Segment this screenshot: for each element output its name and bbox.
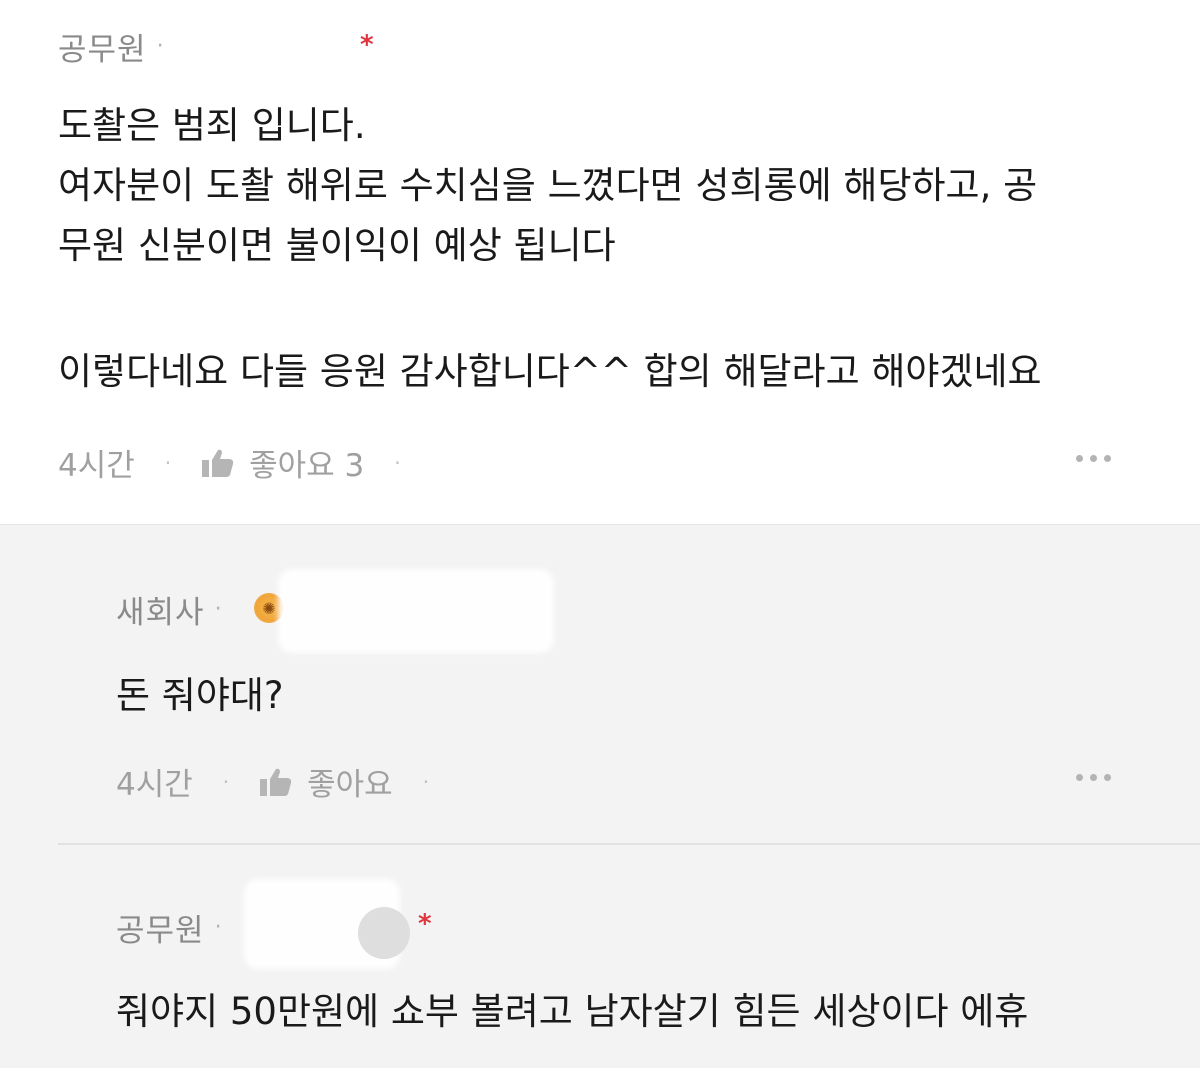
reply-time: 4시간: [116, 767, 193, 803]
comment-body: 도촬은 범죄 입니다. 여자분이 도촬 해위로 수치심을 느꼈다면 성희롱에 해…: [58, 96, 1158, 402]
comment-line: 이렇다네요 다들 응원 감사합니다^^ 합의 해달라고 해야겠네요: [58, 350, 1042, 393]
thumbs-up-icon: [260, 768, 292, 796]
reply-text: 돈 줘야대?: [116, 674, 284, 717]
replies-section: 새회사 · ✺ 돈 줘야대? 4시간 · 좋아요 · 공무원 · * 줘야지 5…: [0, 524, 1200, 1068]
like-button[interactable]: 좋아요: [259, 759, 393, 804]
footer-separator: ·: [222, 769, 230, 794]
comment-thread: 공무원 · * 도촬은 범죄 입니다. 여자분이 도촬 해위로 수치심을 느꼈다…: [0, 0, 1200, 1068]
reply-footer: 4시간 · 좋아요 ·: [116, 759, 459, 804]
comment-author[interactable]: 공무원: [58, 24, 147, 69]
meta-separator: ·: [214, 915, 222, 940]
thumbs-up-icon: [202, 449, 234, 477]
footer-separator: ·: [164, 450, 172, 475]
avatar: [358, 907, 410, 959]
comment-line: 여자분이 도촬 해위로 수치심을 느꼈다면 성희롱에 해당하고, 공: [58, 164, 1038, 207]
like-label: 좋아요: [307, 767, 393, 803]
new-star-icon: *: [360, 30, 374, 60]
meta-separator: ·: [156, 34, 164, 59]
comment-time: 4시간: [58, 448, 135, 484]
new-star-icon: *: [418, 909, 432, 939]
footer-separator: ·: [422, 769, 430, 794]
comment-line: 무원 신분이면 불이익이 예상 됩니다: [58, 224, 616, 267]
comment-footer: 4시간 · 좋아요 3 ·: [58, 440, 431, 485]
reply-author[interactable]: 새회사: [116, 587, 205, 632]
reply-meta: 새회사 ·: [116, 587, 232, 632]
reply-author[interactable]: 공무원: [116, 905, 205, 950]
comment-meta: 공무원 ·: [58, 24, 174, 69]
reply-meta: 공무원 ·: [116, 905, 232, 950]
redacted-info: [278, 569, 554, 653]
more-options-icon[interactable]: [1076, 774, 1111, 781]
more-options-icon[interactable]: [1076, 455, 1111, 462]
meta-separator: ·: [214, 597, 222, 622]
reply-text: 줘야지 50만원에 쇼부 볼려고 남자살기 힘든 세상이다 에휴: [116, 990, 1029, 1033]
comment-card: 공무원 · * 도촬은 범죄 입니다. 여자분이 도촬 해위로 수치심을 느꼈다…: [0, 0, 1200, 524]
reply-divider: [58, 843, 1200, 845]
like-button[interactable]: 좋아요 3: [201, 440, 364, 485]
comment-line: 도촬은 범죄 입니다.: [58, 104, 366, 147]
like-label: 좋아요 3: [249, 448, 365, 484]
footer-separator: ·: [394, 450, 401, 475]
